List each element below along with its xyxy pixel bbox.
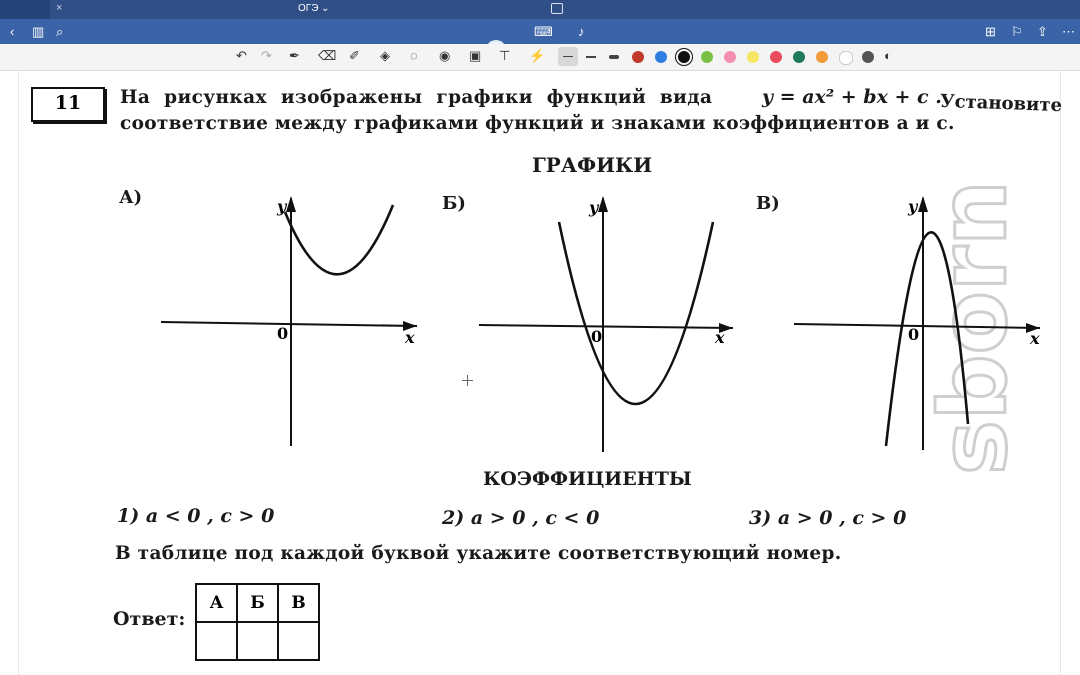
option-1: 1) a < 0 , c > 0	[117, 505, 275, 527]
nav-bar: ‹ ▥ ⌕ ✎ ⌨ ♪ ⊞ ⚐ ⇪ ⋯	[0, 19, 1080, 60]
option-3: 3) a > 0 , c > 0	[749, 507, 907, 529]
graph-b: y x 0	[478, 196, 734, 452]
color-swatch[interactable]	[770, 51, 782, 63]
new-page-icon[interactable]: ⊞	[985, 19, 996, 44]
option-2: 2) a > 0 , c < 0	[442, 507, 600, 529]
tab-bar: × ОГЭ ⌄	[0, 0, 1080, 19]
table-header-a: А	[195, 583, 238, 623]
task-text-line2: соответствие между графиками функций и з…	[120, 113, 955, 134]
sidebar-icon[interactable]: ▥	[32, 19, 44, 44]
answer-cell-v[interactable]	[277, 621, 320, 661]
tab-inactive[interactable]	[0, 0, 50, 19]
drawing-toolbar: ↶ ↷ ✒ ⌫ ✐ ◈ ◌ ◉ ▣ ⊤ ⚡ ◐	[0, 44, 1080, 71]
line-medium-icon[interactable]	[586, 56, 596, 58]
svg-text:x: x	[714, 328, 725, 347]
svg-text:0: 0	[591, 327, 602, 346]
svg-text:x: x	[404, 328, 415, 347]
pen-tool-icon[interactable]: ✒	[289, 48, 300, 64]
graph-v: y x 0	[793, 196, 1041, 450]
tab-title[interactable]: ОГЭ ⌄	[298, 3, 330, 14]
split-view-icon[interactable]	[551, 3, 563, 14]
elements-icon[interactable]: ◉	[439, 48, 450, 64]
redo-icon[interactable]: ↷	[261, 48, 272, 64]
svg-text:0: 0	[908, 325, 919, 344]
color-swatch[interactable]	[747, 51, 759, 63]
graphs-heading: ГРАФИКИ	[532, 153, 653, 177]
line-thick-icon[interactable]	[609, 55, 619, 59]
answer-cell-a[interactable]	[195, 621, 238, 661]
table-header-b: Б	[236, 583, 279, 623]
more-icon[interactable]: ⋯	[1062, 19, 1075, 44]
coefficients-heading: КОЭФФИЦИЕНТЫ	[483, 468, 692, 490]
shapes-icon[interactable]: ◈	[380, 48, 390, 64]
svg-text:0: 0	[277, 324, 288, 343]
instruction-text: В таблице под каждой буквой укажите соот…	[115, 543, 842, 564]
search-icon[interactable]: ⌕	[56, 19, 63, 44]
table-header-v: В	[277, 583, 320, 623]
color-picker-icon[interactable]: ◐	[884, 48, 892, 63]
share-icon[interactable]: ⇪	[1037, 19, 1048, 44]
color-swatch[interactable]	[862, 51, 874, 63]
graph-a: y x 0	[160, 196, 418, 446]
graph-label-v: В)	[756, 193, 780, 214]
line-thin-icon	[563, 56, 573, 57]
close-tab-icon[interactable]: ×	[56, 2, 62, 14]
graph-label-a: А)	[119, 187, 143, 208]
svg-text:y: y	[588, 198, 600, 217]
task-text-line1: На рисунках изображены графики функций в…	[120, 87, 713, 108]
back-icon[interactable]: ‹	[10, 19, 14, 44]
task-number: 11	[54, 92, 82, 114]
image-icon[interactable]: ▣	[469, 48, 481, 64]
color-swatch[interactable]	[724, 51, 736, 63]
task-number-box: 11	[31, 87, 105, 122]
cursor-crosshair-icon	[462, 375, 473, 386]
answer-table: А Б В	[195, 583, 320, 661]
bookmark-icon[interactable]: ⚐	[1011, 19, 1023, 44]
svg-text:x: x	[1029, 329, 1040, 348]
color-swatch[interactable]	[655, 51, 667, 63]
graph-label-b: Б)	[442, 193, 466, 214]
lasso-icon[interactable]: ◌	[410, 48, 418, 63]
color-swatch[interactable]	[839, 51, 853, 65]
keyboard-icon[interactable]: ⌨	[534, 19, 553, 44]
task-formula: y = ax² + bx + c .	[762, 86, 942, 108]
color-swatch[interactable]	[816, 51, 828, 63]
text-box-icon[interactable]: ⊤	[499, 48, 510, 64]
eraser-icon[interactable]: ⌫	[318, 48, 336, 64]
color-swatch[interactable]	[701, 51, 713, 63]
laser-pointer-icon[interactable]: ⚡	[529, 48, 545, 64]
svg-text:y: y	[907, 197, 919, 216]
answer-cell-b[interactable]	[236, 621, 279, 661]
pen-mode-icon: ✎	[491, 24, 502, 39]
task-text-line1-end: Установите	[939, 90, 1063, 117]
page-margin-right	[1060, 71, 1061, 675]
microphone-icon[interactable]: ♪	[578, 19, 585, 44]
svg-text:y: y	[276, 197, 288, 216]
color-swatch[interactable]	[793, 51, 805, 63]
page-margin-left	[18, 71, 19, 675]
answer-label: Ответ:	[113, 608, 186, 630]
color-swatch[interactable]	[678, 51, 690, 63]
highlighter-icon[interactable]: ✐	[349, 48, 360, 64]
undo-icon[interactable]: ↶	[236, 48, 247, 64]
color-swatch[interactable]	[632, 51, 644, 63]
